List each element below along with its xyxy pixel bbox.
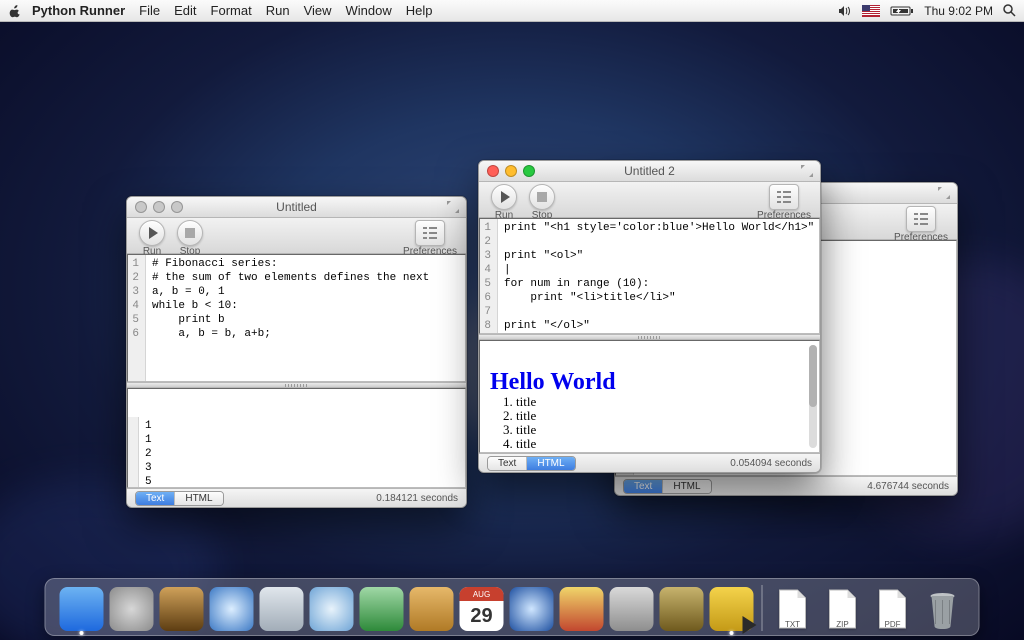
run-button[interactable]: Run — [135, 220, 169, 257]
dock-file-txt[interactable]: TXT — [771, 587, 815, 631]
menubar-clock[interactable]: Thu 9:02 PM — [924, 4, 993, 18]
dock-app-mission-control[interactable] — [160, 587, 204, 631]
window-title: Untitled — [276, 200, 317, 214]
scrollbar[interactable] — [809, 345, 817, 448]
timing-label: 0.054094 seconds — [730, 458, 812, 469]
menu-format[interactable]: Format — [211, 3, 252, 18]
window-fibonacci[interactable]: Untitled Run Stop Preferences 1 2 3 4 5 … — [126, 196, 467, 508]
menu-view[interactable]: View — [304, 3, 332, 18]
minimize-button[interactable] — [153, 201, 165, 213]
fullscreen-icon[interactable] — [937, 186, 951, 200]
close-button[interactable] — [487, 165, 499, 177]
dock-separator — [762, 585, 763, 631]
timing-label: 0.184121 seconds — [376, 493, 458, 504]
dock-app-safari[interactable] — [310, 587, 354, 631]
stop-button[interactable]: Stop — [173, 220, 207, 257]
menu-edit[interactable]: Edit — [174, 3, 196, 18]
titlebar[interactable]: Untitled 2 — [479, 161, 820, 182]
dock-app-facetime[interactable] — [360, 587, 404, 631]
dock-app-contacts[interactable] — [410, 587, 454, 631]
battery-icon[interactable] — [890, 5, 914, 17]
output-mode-text[interactable]: Text — [488, 457, 526, 470]
dock-app-app-store[interactable] — [210, 587, 254, 631]
preferences-button[interactable]: Preferences — [402, 220, 458, 257]
statusbar: Text HTML 0.184121 seconds — [127, 488, 466, 507]
menu-run[interactable]: Run — [266, 3, 290, 18]
fullscreen-icon[interactable] — [800, 164, 814, 178]
apple-menu[interactable] — [8, 4, 32, 18]
output-heading: Hello World — [490, 375, 809, 389]
preferences-button[interactable]: Preferences — [893, 206, 949, 243]
window-hello-world[interactable]: Untitled 2 Run Stop Preferences 1 2 3 4 … — [478, 160, 821, 473]
preferences-button[interactable]: Preferences — [756, 184, 812, 221]
list-item: title — [516, 409, 809, 423]
list-item: title — [516, 423, 809, 437]
dock-app-finder[interactable] — [60, 587, 104, 631]
volume-icon[interactable] — [838, 5, 852, 17]
stop-button[interactable]: Stop — [525, 184, 559, 221]
output-list: titletitletitletitletitletitle — [516, 395, 809, 453]
dock-app-calendar[interactable]: AUG29 — [460, 587, 504, 631]
list-item: title — [516, 451, 809, 453]
dock-app-itunes[interactable] — [510, 587, 554, 631]
timing-label: 4.676744 seconds — [867, 481, 949, 492]
dock-app-preferences[interactable] — [610, 587, 654, 631]
minimize-button[interactable] — [505, 165, 517, 177]
list-item: title — [516, 395, 809, 409]
output-pane[interactable]: Hello Worldtitletitletitletitletitletitl… — [479, 340, 820, 453]
list-item: title — [516, 437, 809, 451]
dock-app-mail[interactable] — [260, 587, 304, 631]
dock-trash[interactable] — [921, 587, 965, 631]
dock: AUG29 TXTZIPPDF — [45, 578, 980, 636]
dock-app-python-runner[interactable] — [710, 587, 754, 631]
menubar: Python Runner File Edit Format Run View … — [0, 0, 1024, 22]
output-mode-html[interactable]: HTML — [662, 480, 710, 493]
dock-file-pdf[interactable]: PDF — [871, 587, 915, 631]
statusbar: Text HTML 4.676744 seconds — [615, 476, 957, 495]
menu-file[interactable]: File — [139, 3, 160, 18]
toolbar: Run Stop Preferences — [127, 218, 466, 254]
menu-window[interactable]: Window — [346, 3, 392, 18]
code-editor[interactable]: 1 2 3 4 5 6 # Fibonacci series: # the su… — [127, 254, 466, 382]
spotlight-icon[interactable] — [1003, 4, 1016, 17]
menu-help[interactable]: Help — [406, 3, 433, 18]
output-mode-html[interactable]: HTML — [526, 457, 574, 470]
fullscreen-icon[interactable] — [446, 200, 460, 214]
zoom-button[interactable] — [523, 165, 535, 177]
output-mode-segmented[interactable]: Text HTML — [623, 479, 712, 494]
output-mode-segmented[interactable]: Text HTML — [487, 456, 576, 471]
close-button[interactable] — [135, 201, 147, 213]
code-editor[interactable]: 1 2 3 4 5 6 7 8 print "<h1 style='color:… — [479, 218, 820, 334]
window-title: Untitled 2 — [624, 164, 675, 178]
zoom-button[interactable] — [171, 201, 183, 213]
output-mode-text[interactable]: Text — [136, 492, 174, 505]
output-mode-segmented[interactable]: Text HTML — [135, 491, 224, 506]
input-flag-icon[interactable] — [862, 5, 880, 17]
dock-app-preview[interactable] — [660, 587, 704, 631]
toolbar: Run Stop Preferences — [479, 182, 820, 218]
dock-app-iphoto[interactable] — [560, 587, 604, 631]
output-mode-text[interactable]: Text — [624, 480, 662, 493]
dock-file-zip[interactable]: ZIP — [821, 587, 865, 631]
app-name[interactable]: Python Runner — [32, 3, 125, 18]
titlebar[interactable]: Untitled — [127, 197, 466, 218]
output-pane[interactable]: 1 1 2 3 5 8 — [127, 388, 466, 488]
output-mode-html[interactable]: HTML — [174, 492, 222, 505]
statusbar: Text HTML 0.054094 seconds — [479, 453, 820, 472]
run-button[interactable]: Run — [487, 184, 521, 221]
dock-app-launchpad[interactable] — [110, 587, 154, 631]
